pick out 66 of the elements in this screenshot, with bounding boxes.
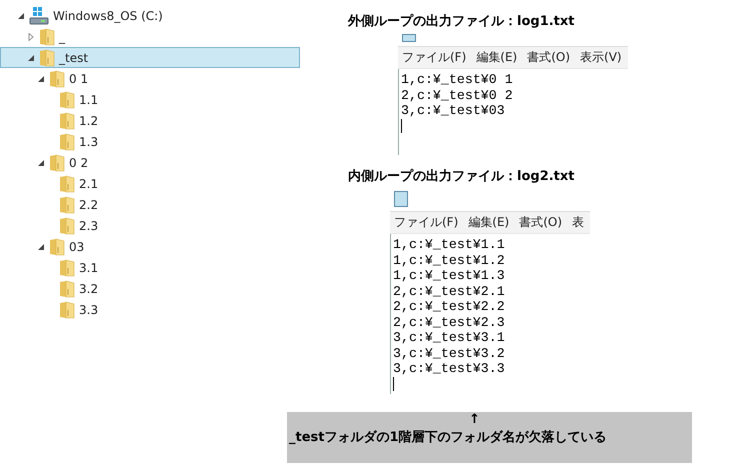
folder-icon (49, 70, 65, 88)
menu-item[interactable]: ファイル(F) (402, 49, 466, 66)
tree-item[interactable]: Windows8_OS (C:) (0, 5, 300, 26)
text-line: 3,c:¥_test¥3.3 (393, 361, 506, 376)
text-line: 1,c:¥_test¥1.2 (393, 252, 506, 268)
expanded-arrow-icon[interactable] (37, 158, 45, 166)
folder-icon (39, 48, 55, 66)
tree-item[interactable]: 1.2 (0, 110, 300, 131)
caption: 外側ループの出力ファイル：log1.txt (348, 12, 576, 30)
text-area[interactable]: 1,c:¥_test¥0 1 2,c:¥_test¥0 2 3,c:¥_test¥03 (398, 69, 628, 155)
notepad-icon (402, 34, 416, 42)
text-line: 3,c:¥_test¥3.1 (393, 330, 506, 346)
folder-icon (49, 238, 65, 256)
text-line: 2,c:¥_test¥2.2 (393, 299, 506, 314)
text-caret (393, 376, 394, 390)
tree-item[interactable]: 1.3 (0, 131, 300, 152)
expanded-arrow-icon[interactable] (27, 54, 35, 62)
menu-item[interactable]: 編集(E) (476, 49, 518, 66)
tree-item[interactable]: 2.3 (0, 215, 300, 236)
notepad-icon (394, 191, 408, 207)
menu-item[interactable]: 書式(O) (519, 214, 562, 231)
folder-icon (59, 112, 75, 130)
tree-item[interactable]: 3.1 (0, 257, 300, 278)
folder-icon (59, 280, 75, 298)
tree-item[interactable]: 3.2 (0, 278, 300, 299)
folder-icon (39, 28, 55, 46)
folder-icon (59, 300, 75, 318)
folder-icon (59, 132, 75, 150)
text-line: 3,c:¥_test¥3.2 (393, 346, 506, 361)
text-line: 1,c:¥_test¥1.3 (393, 268, 506, 284)
tree-item[interactable]: 2.1 (0, 173, 300, 194)
tree-item[interactable]: 0 1 (0, 68, 300, 89)
caption: 内側ループの出力ファイル：log2.txt (348, 168, 576, 185)
folder-icon (59, 196, 75, 214)
expanded-arrow-icon[interactable] (17, 12, 25, 20)
menu-item[interactable]: 書式(O) (527, 49, 570, 66)
folder-icon (49, 154, 65, 172)
tree-item[interactable]: _ (0, 26, 300, 47)
expanded-arrow-icon[interactable] (37, 74, 45, 82)
annotation-text: _testフォルダの1階層下のフォルダ名が欠落している (288, 429, 607, 446)
drive-icon (29, 6, 49, 24)
tree-item[interactable]: _test (0, 47, 300, 68)
tree-item[interactable]: 1.1 (0, 89, 300, 110)
text-line: 1,c:¥_test¥0 1 (401, 72, 514, 88)
arrow: ↑ (469, 412, 480, 428)
tree-item[interactable]: 0 2 (0, 152, 300, 173)
tree-item[interactable]: 3.3 (0, 299, 300, 320)
menu-item[interactable]: ファイル(F) (394, 214, 458, 231)
text-line: 2,c:¥_test¥0 2 (401, 88, 514, 103)
text-line: 3,c:¥_test¥03 (401, 103, 506, 118)
expanded-arrow-icon[interactable] (37, 242, 45, 250)
text-caret (401, 118, 402, 132)
menu-item[interactable]: 編集(E) (468, 214, 510, 231)
folder-icon (59, 174, 75, 192)
text-line: 1,c:¥_test¥1.1 (393, 237, 506, 252)
folder-icon (59, 216, 75, 234)
menu-item[interactable]: 表 (572, 214, 584, 231)
folder-icon (59, 258, 75, 276)
text-area[interactable]: 1,c:¥_test¥1.1 1,c:¥_test¥1.2 1,c:¥_test¥1.3 2,c:¥_test¥2.1 2,c:¥_test¥2.2 2,c:¥_test¥2.3 3,c:¥_test¥3.1 3,c:¥_test¥3.2 3,c:¥_test¥3.3 (390, 234, 590, 394)
menu-item[interactable]: 表示(V) (580, 49, 622, 66)
tree-item[interactable]: 03 (0, 236, 300, 257)
tree-item[interactable]: 2.2 (0, 194, 300, 215)
folder-icon (59, 90, 75, 108)
collapsed-arrow-icon[interactable] (27, 32, 35, 40)
text-line: 2,c:¥_test¥2.1 (393, 284, 506, 299)
text-line: 2,c:¥_test¥2.3 (393, 314, 506, 330)
